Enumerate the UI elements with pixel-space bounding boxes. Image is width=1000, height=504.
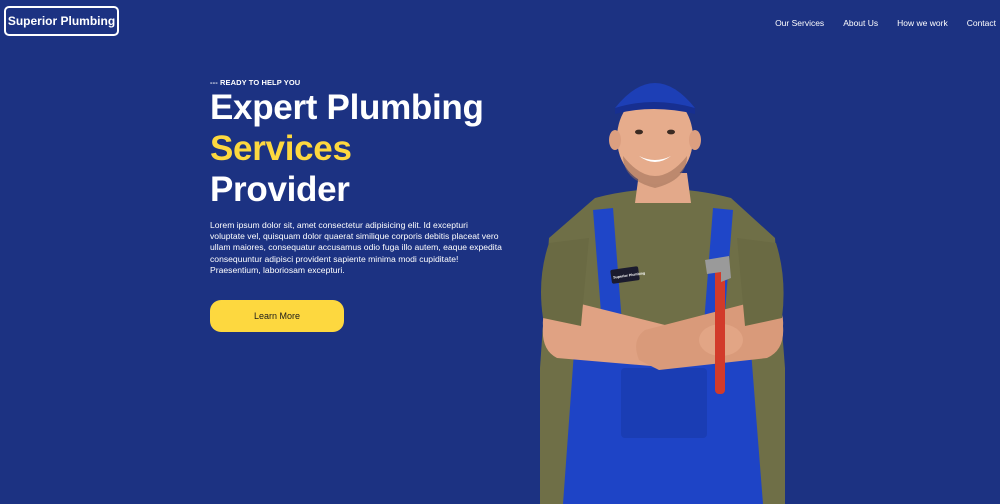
learn-more-button[interactable]: Learn More <box>210 300 344 332</box>
hero-headline: Expert Plumbing Services Provider <box>210 87 484 210</box>
headline-highlight: Services <box>210 129 352 168</box>
hero-description: Lorem ipsum dolor sit, amet consectetur … <box>210 220 502 275</box>
plumber-photo: Superior Plumbing <box>540 83 785 504</box>
nav-link-our-services[interactable]: Our Services <box>775 17 824 29</box>
nav-link-how-we-work[interactable]: How we work <box>897 17 948 29</box>
nav-link-contact[interactable]: Contact <box>967 17 996 29</box>
main-nav: Our Services About Us How we work Contac… <box>775 17 996 29</box>
headline-line-3: Provider <box>210 170 350 209</box>
nav-link-about-us[interactable]: About Us <box>843 17 878 29</box>
brand-logo[interactable]: Superior Plumbing <box>4 6 119 36</box>
hero-eyebrow: --- READY TO HELP YOU <box>210 78 301 87</box>
headline-line-1: Expert Plumbing <box>210 88 484 127</box>
